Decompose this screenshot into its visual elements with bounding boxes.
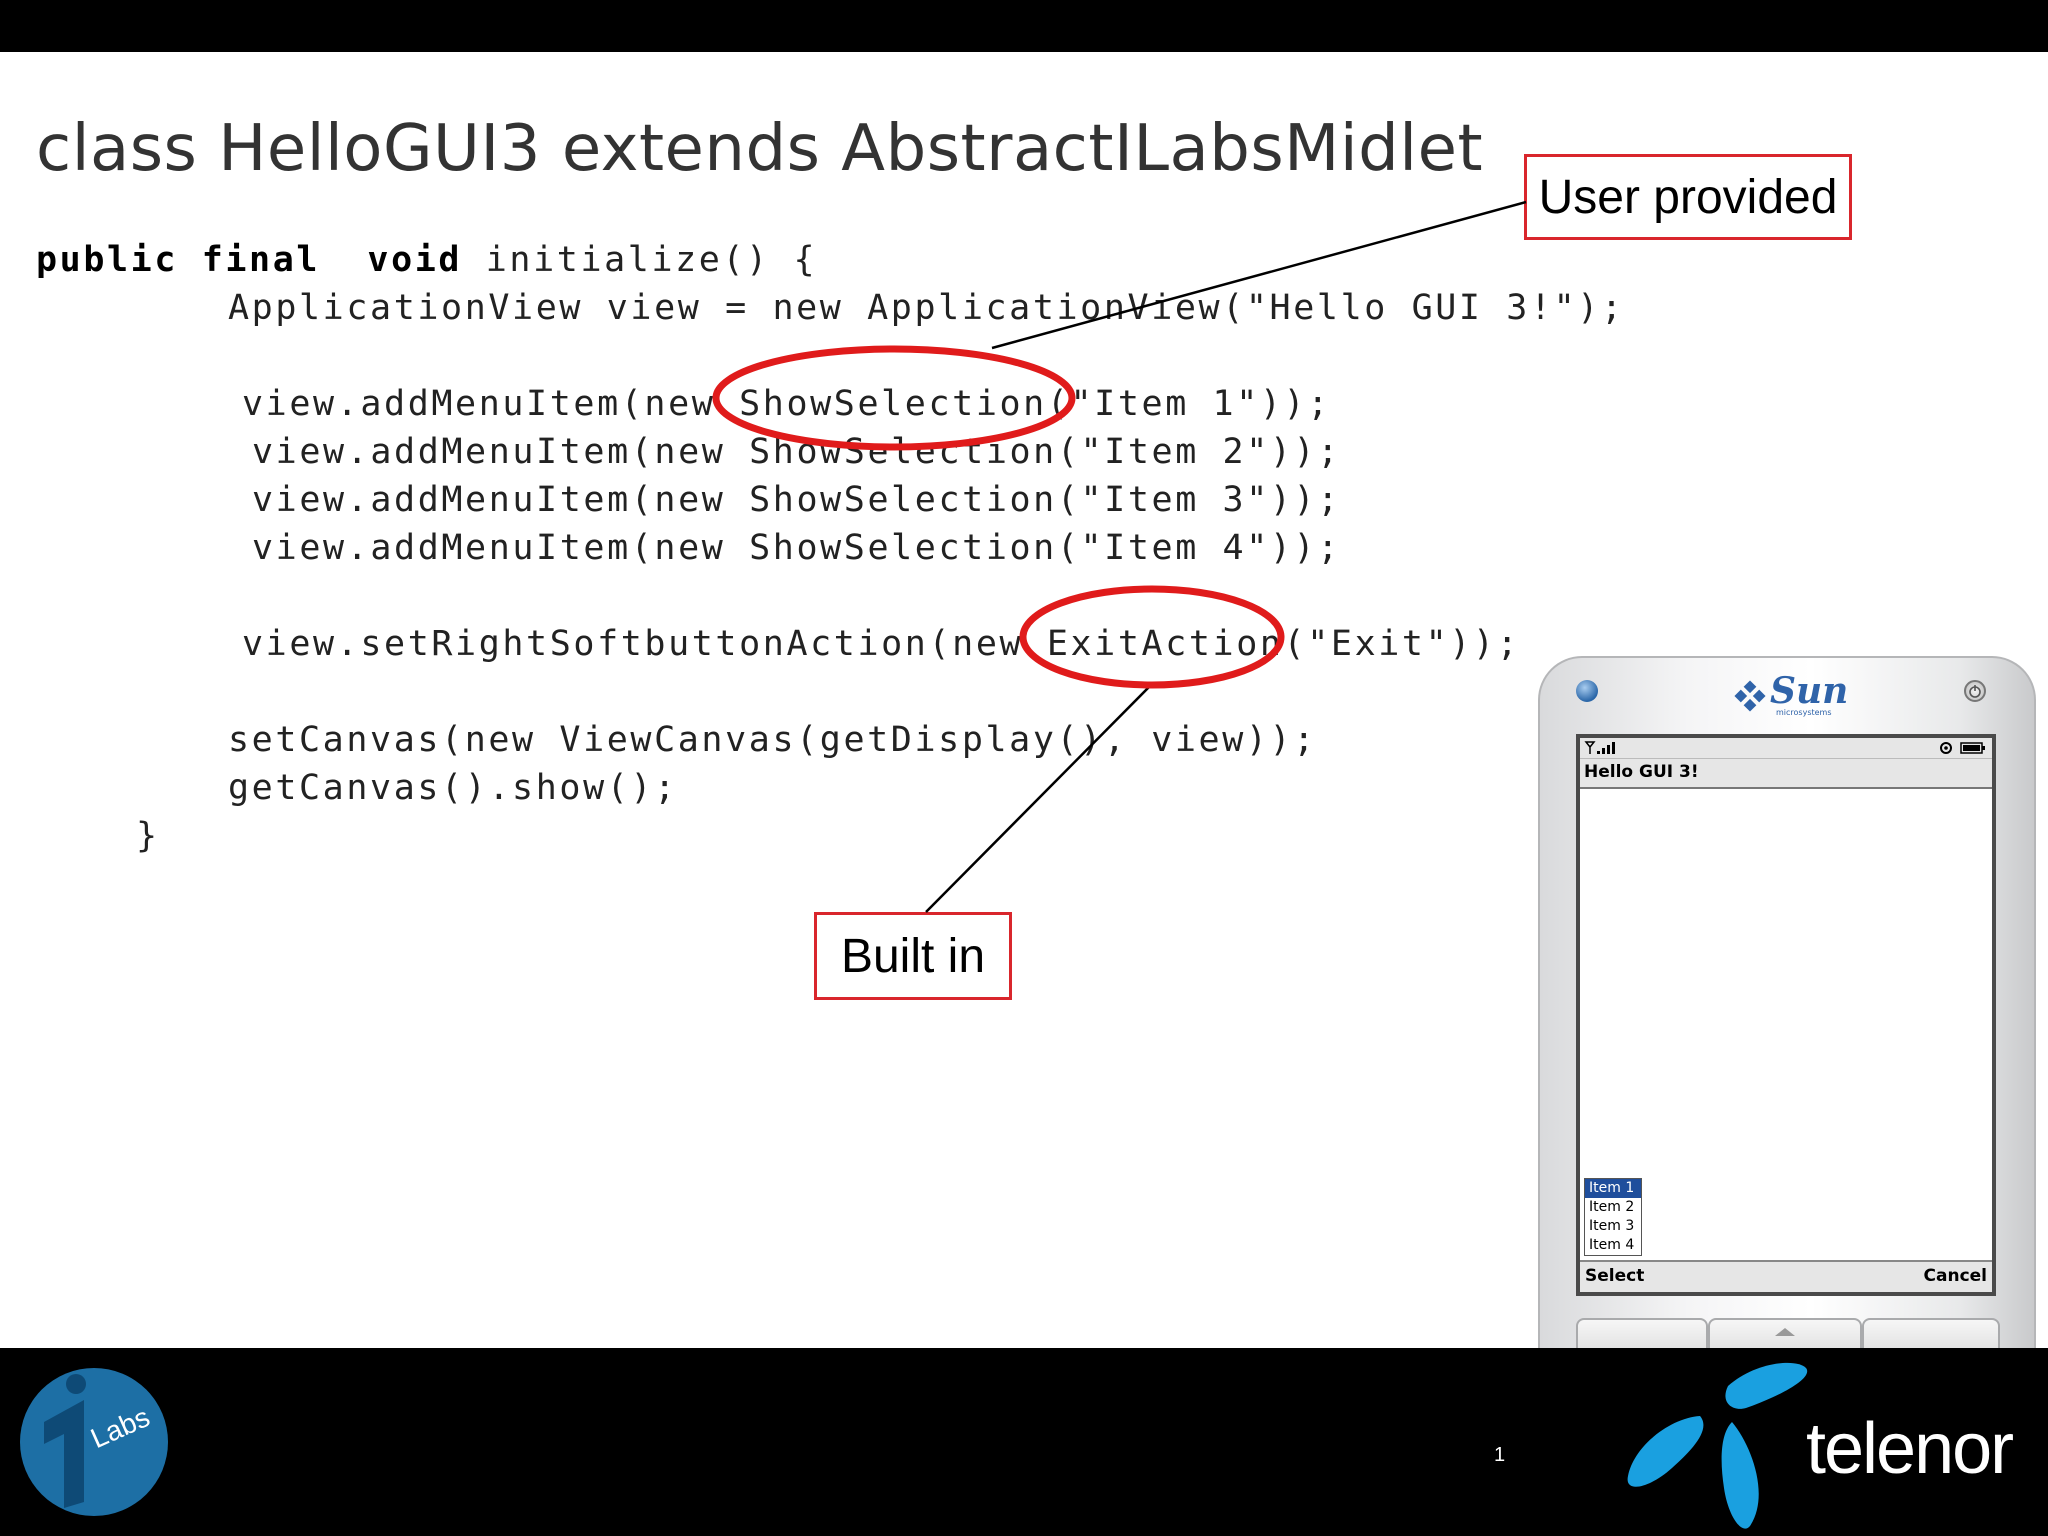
settings-icon bbox=[1940, 742, 1952, 754]
phone-led-icon bbox=[1576, 680, 1598, 702]
sun-subtext: microsystems bbox=[1776, 708, 1832, 717]
sun-logo: Sun microsystems bbox=[1730, 670, 1860, 722]
code-line-4: view.addMenuItem(new ShowSelection("Item… bbox=[252, 432, 1341, 472]
phone-emulator: Sun microsystems Hello GUI 3! Item 1 Ite… bbox=[1538, 656, 2036, 1350]
telenor-wordmark: telenor bbox=[1806, 1409, 2014, 1489]
battery-icon bbox=[1960, 742, 1985, 754]
signal-icon bbox=[1584, 741, 1615, 754]
right-soft-key[interactable] bbox=[1862, 1318, 2000, 1350]
code-line-5: view.addMenuItem(new ShowSelection("Item… bbox=[252, 480, 1341, 520]
method-signature: initialize() { bbox=[485, 240, 818, 280]
keyword-final: final bbox=[201, 240, 321, 280]
phone-power-icon[interactable] bbox=[1964, 680, 1986, 702]
code-line-3: view.addMenuItem(new ShowSelection("Item… bbox=[242, 384, 1331, 424]
phone-softkey-bar: Select Cancel bbox=[1580, 1260, 1992, 1292]
up-arrow-icon bbox=[1775, 1328, 1795, 1336]
code-line-8: setCanvas(new ViewCanvas(getDisplay(), v… bbox=[228, 720, 1317, 760]
callout-user-provided: User provided bbox=[1524, 154, 1852, 240]
page-number: 1 bbox=[1494, 1444, 1506, 1466]
code-line-1: public final void initialize() { bbox=[36, 236, 817, 284]
code-line-9: getCanvas().show(); bbox=[228, 768, 678, 808]
telenor-propeller-icon bbox=[1627, 1362, 1808, 1529]
code-line-10: } bbox=[136, 816, 160, 856]
phone-status-bar bbox=[1580, 738, 1992, 759]
menu-item-1[interactable]: Item 1 bbox=[1585, 1179, 1641, 1198]
callout-built-in: Built in bbox=[814, 912, 1012, 1000]
slide-title: class HelloGUI3 extends AbstractILabsMid… bbox=[36, 112, 1484, 186]
phone-screen: Hello GUI 3! Item 1 Item 2 Item 3 Item 4… bbox=[1576, 734, 1996, 1296]
menu-item-2[interactable]: Item 2 bbox=[1585, 1198, 1641, 1217]
code-line-6: view.addMenuItem(new ShowSelection("Item… bbox=[252, 528, 1341, 568]
code-line-7: view.setRightSoftbuttonAction(new ExitAc… bbox=[242, 624, 1521, 664]
menu-item-4[interactable]: Item 4 bbox=[1585, 1236, 1641, 1255]
menu-item-3[interactable]: Item 3 bbox=[1585, 1217, 1641, 1236]
nav-up-key[interactable] bbox=[1708, 1318, 1862, 1350]
left-soft-key[interactable] bbox=[1576, 1318, 1708, 1350]
telenor-logo: telenor bbox=[1620, 1356, 2030, 1532]
phone-menu: Item 1 Item 2 Item 3 Item 4 bbox=[1584, 1178, 1642, 1256]
softkey-cancel[interactable]: Cancel bbox=[1924, 1262, 1987, 1290]
keyword-public: public bbox=[36, 240, 179, 280]
softkey-select[interactable]: Select bbox=[1585, 1262, 1644, 1290]
phone-app-title: Hello GUI 3! bbox=[1580, 759, 1992, 789]
sun-diamond-icon bbox=[1734, 680, 1766, 712]
keyword-void: void bbox=[367, 240, 463, 280]
top-bar bbox=[0, 0, 2048, 52]
phone-keypad bbox=[1576, 1318, 2000, 1350]
ilabs-logo: Labs bbox=[14, 1362, 174, 1522]
sun-wordmark: Sun bbox=[1770, 670, 1849, 712]
code-line-2: ApplicationView view = new ApplicationVi… bbox=[228, 288, 1625, 328]
